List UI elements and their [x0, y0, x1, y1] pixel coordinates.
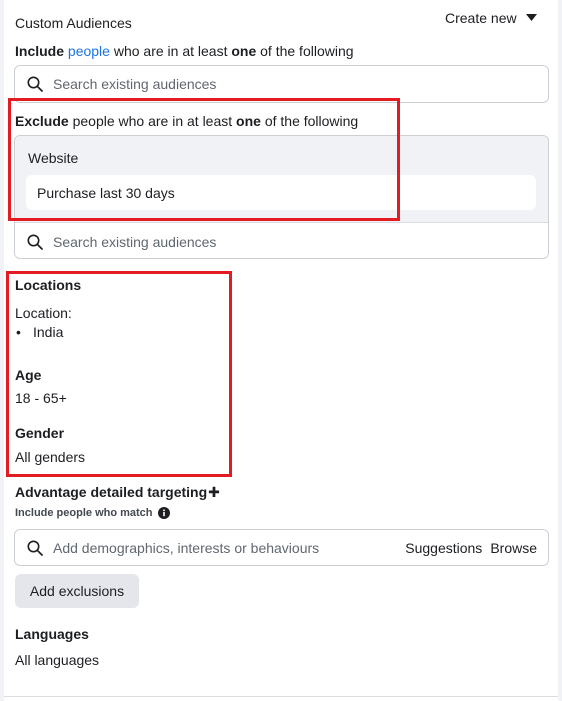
include-criteria-text: Include people who are in at least one o… — [15, 43, 354, 59]
location-value: India — [33, 324, 64, 340]
people-link[interactable]: people — [68, 43, 110, 59]
include-search-placeholder: Search existing audiences — [53, 76, 217, 92]
exclude-search-placeholder: Search existing audiences — [53, 233, 217, 250]
age-value: 18 - 65+ — [15, 390, 67, 406]
browse-link[interactable]: Browse — [490, 539, 537, 557]
excluded-audiences-box: Website Purchase last 30 days Search exi… — [14, 135, 549, 259]
locations-heading: Locations — [15, 277, 82, 293]
exclude-audience-search[interactable]: Search existing audiences — [15, 222, 548, 258]
search-icon — [27, 76, 43, 92]
info-icon[interactable] — [157, 507, 170, 519]
section-divider — [4, 696, 558, 697]
create-new-label: Create new — [445, 10, 517, 26]
detailed-targeting-search[interactable]: Add demographics, interests or behaviour… — [14, 529, 549, 566]
create-new-dropdown[interactable]: Create new — [445, 9, 537, 27]
custom-audiences-heading: Custom Audiences — [15, 15, 132, 31]
search-icon — [27, 540, 43, 556]
age-heading: Age — [15, 367, 42, 383]
custom-audiences-panel: Custom Audiences Create new Include peop… — [4, 0, 558, 701]
add-exclusions-button[interactable]: Add exclusions — [15, 574, 139, 608]
plus-icon: ✚ — [208, 484, 220, 500]
location-list-item: • India — [16, 323, 63, 341]
caret-down-icon — [525, 14, 537, 22]
location-label: Location: — [15, 305, 72, 321]
excluded-audience-chip[interactable]: Purchase last 30 days — [26, 175, 536, 210]
bullet: • — [16, 324, 21, 340]
excluded-group: Website Purchase last 30 days — [15, 136, 548, 222]
languages-heading: Languages — [15, 626, 89, 642]
detailed-targeting-sublabel-row: Include people who match — [15, 506, 170, 520]
suggestions-link[interactable]: Suggestions — [405, 539, 482, 557]
gender-heading: Gender — [15, 425, 65, 441]
include-audience-search[interactable]: Search existing audiences — [14, 65, 549, 103]
gender-value: All genders — [15, 449, 86, 465]
search-icon — [27, 234, 43, 250]
detailed-targeting-placeholder: Add demographics, interests or behaviour… — [53, 539, 320, 556]
exclude-criteria-text: Exclude people who are in at least one o… — [15, 113, 359, 129]
excluded-group-label: Website — [28, 150, 79, 166]
detailed-targeting-sublabel: Include people who match — [15, 507, 153, 519]
excluded-audience-name: Purchase last 30 days — [37, 184, 175, 201]
detailed-targeting-heading: Advantage detailed targeting ✚ — [15, 484, 220, 500]
languages-value: All languages — [15, 652, 100, 668]
